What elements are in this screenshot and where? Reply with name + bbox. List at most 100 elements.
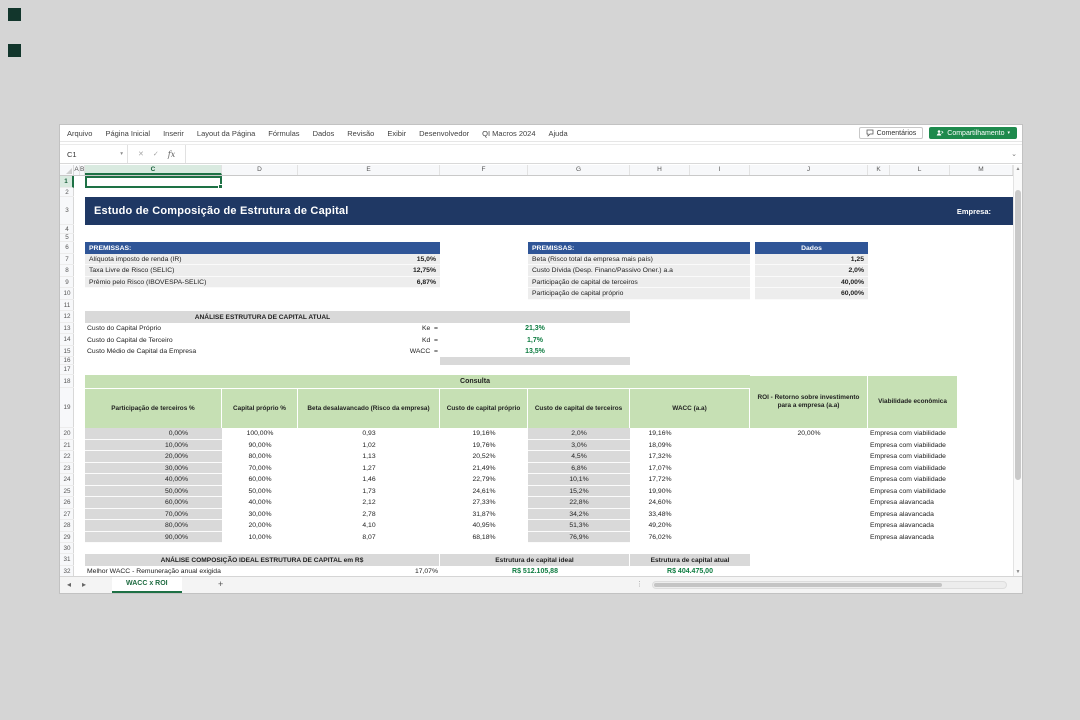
row-header-25[interactable]: 25 bbox=[60, 486, 74, 497]
row-header-12[interactable]: 12 bbox=[60, 311, 74, 323]
consulta-cell[interactable]: 15,2% bbox=[528, 486, 630, 498]
row-header-10[interactable]: 10 bbox=[60, 288, 74, 300]
consulta-cell[interactable]: 6,8% bbox=[528, 463, 630, 475]
row-header-11[interactable]: 11 bbox=[60, 300, 74, 311]
column-header-K[interactable]: K bbox=[868, 165, 890, 175]
consulta-cell[interactable]: Empresa com viabilidade bbox=[868, 474, 958, 486]
consulta-cell[interactable]: 0,93 bbox=[298, 428, 440, 440]
consulta-cell[interactable] bbox=[750, 451, 868, 463]
consulta-cell[interactable]: 18,09% bbox=[630, 440, 690, 452]
premissa-label[interactable]: Participação de capital de terceiros bbox=[528, 277, 750, 288]
formula-input[interactable] bbox=[186, 145, 1006, 163]
row-header-15[interactable]: 15 bbox=[60, 346, 74, 357]
estrutura-atual-header[interactable]: Estrutura de capital atual bbox=[630, 554, 750, 566]
premissa-label[interactable]: Custo Dívida (Desp. Financ/Passivo Oner.… bbox=[528, 265, 750, 277]
row-header-31[interactable]: 31 bbox=[60, 554, 74, 566]
row-header-21[interactable]: 21 bbox=[60, 440, 74, 451]
consulta-cell[interactable]: 40,95% bbox=[440, 520, 528, 532]
consulta-header[interactable]: Participação de terceiros % bbox=[85, 388, 222, 428]
consulta-cell[interactable]: 1,02 bbox=[298, 440, 440, 452]
consulta-cell[interactable]: 1,73 bbox=[298, 486, 440, 498]
consulta-cell[interactable]: 24,60% bbox=[630, 497, 690, 509]
consulta-cell[interactable]: 27,33% bbox=[440, 497, 528, 509]
row-header-24[interactable]: 24 bbox=[60, 474, 74, 486]
consulta-cell[interactable] bbox=[750, 486, 868, 498]
sheet-title-cell[interactable]: Estudo de Composição de Estrutura de Cap… bbox=[85, 197, 1013, 225]
consulta-cell[interactable]: 1,27 bbox=[298, 463, 440, 475]
menu-tab-arquivo[interactable]: Arquivo bbox=[67, 129, 92, 138]
row-header-23[interactable]: 23 bbox=[60, 463, 74, 474]
row-header-26[interactable]: 26 bbox=[60, 497, 74, 509]
consulta-cell[interactable]: 30,00% bbox=[85, 463, 222, 475]
row-header-32[interactable]: 32 bbox=[60, 566, 74, 576]
sheet-grid[interactable]: 1234567891011121314151617181920212223242… bbox=[60, 176, 1013, 576]
formulabar-expand-icon[interactable]: ⌄ bbox=[1006, 145, 1022, 163]
consulta-cell[interactable]: 20,00% bbox=[222, 520, 298, 532]
consulta-cell[interactable]: 2,0% bbox=[528, 428, 630, 440]
consulta-cell[interactable]: 10,00% bbox=[85, 440, 222, 452]
row-header-13[interactable]: 13 bbox=[60, 323, 74, 334]
add-sheet-button[interactable]: + bbox=[218, 577, 223, 593]
consulta-cell[interactable]: 76,9% bbox=[528, 532, 630, 544]
scroll-down-icon[interactable]: ▼ bbox=[1014, 569, 1022, 575]
melhor-wacc-label[interactable]: Melhor WACC - Remuneração anual exigida bbox=[87, 566, 297, 576]
premissa-label[interactable]: Beta (Risco total da empresa mais país) bbox=[528, 254, 750, 265]
consulta-cell[interactable]: 31,87% bbox=[440, 509, 528, 521]
row-header-14[interactable]: 14 bbox=[60, 334, 74, 346]
sheet-tab-wacc-x-roi[interactable]: WACC x ROI bbox=[112, 577, 182, 593]
consulta-header[interactable]: ROI - Retorno sobre investimento para a … bbox=[750, 375, 868, 428]
premissa-value[interactable]: 1,25 bbox=[755, 254, 868, 265]
consulta-cell[interactable] bbox=[750, 474, 868, 486]
namebox-dropdown-icon[interactable]: ▾ bbox=[120, 151, 123, 157]
consulta-cell[interactable]: 8,07 bbox=[298, 532, 440, 544]
consulta-cell[interactable]: 90,00% bbox=[222, 440, 298, 452]
consulta-cell[interactable] bbox=[750, 440, 868, 452]
row-header-3[interactable]: 3 bbox=[60, 197, 74, 225]
consulta-cell[interactable]: 40,00% bbox=[85, 474, 222, 486]
consulta-cell[interactable]: 19,16% bbox=[630, 428, 690, 440]
consulta-cell[interactable]: 19,76% bbox=[440, 440, 528, 452]
row-header-22[interactable]: 22 bbox=[60, 451, 74, 463]
consulta-cell[interactable]: 2,78 bbox=[298, 509, 440, 521]
premissa-value[interactable]: 40,00% bbox=[755, 277, 868, 288]
insert-function-icon[interactable]: fx bbox=[168, 150, 175, 159]
row-header-29[interactable]: 29 bbox=[60, 532, 74, 543]
scroll-up-icon[interactable]: ▲ bbox=[1014, 166, 1022, 172]
consulta-cell[interactable]: 80,00% bbox=[85, 520, 222, 532]
consulta-cell[interactable]: 76,02% bbox=[630, 532, 690, 544]
premissa-row[interactable]: Taxa Livre de Risco (SELIC)12,75% bbox=[85, 265, 440, 277]
consulta-cell[interactable]: Empresa com viabilidade bbox=[868, 451, 958, 463]
consulta-header[interactable]: WACC (a.a) bbox=[630, 388, 750, 428]
column-header-E[interactable]: E bbox=[298, 165, 440, 175]
column-header-J[interactable]: J bbox=[750, 165, 868, 175]
row-header-2[interactable]: 2 bbox=[60, 188, 74, 197]
row-header-18[interactable]: 18 bbox=[60, 375, 74, 388]
menu-tab-qi-macros-2024[interactable]: QI Macros 2024 bbox=[482, 129, 535, 138]
column-header-H[interactable]: H bbox=[630, 165, 690, 175]
analise-symbol[interactable]: Ke = bbox=[298, 323, 440, 334]
consulta-cell[interactable] bbox=[750, 497, 868, 509]
consulta-cell[interactable]: Empresa alavancada bbox=[868, 532, 958, 544]
consulta-cell[interactable]: 20,00% bbox=[85, 451, 222, 463]
consulta-cell[interactable]: 70,00% bbox=[85, 509, 222, 521]
premissas-left-header[interactable]: PREMISSAS: bbox=[85, 242, 440, 254]
analise-value[interactable]: 13,5% bbox=[440, 346, 630, 357]
consulta-cell[interactable]: 21,49% bbox=[440, 463, 528, 475]
dados-header[interactable]: Dados bbox=[755, 242, 868, 254]
estrutura-atual-value[interactable]: R$ 404.475,00 bbox=[630, 566, 750, 576]
consulta-cell[interactable]: Empresa com viabilidade bbox=[868, 440, 958, 452]
menu-tab-inserir[interactable]: Inserir bbox=[163, 129, 184, 138]
consulta-cell[interactable] bbox=[750, 463, 868, 475]
premissa-row[interactable]: Prêmio pelo Risco (IBOVESPA-SELIC)6,87% bbox=[85, 277, 440, 288]
share-button[interactable]: Compartilhamento ▾ bbox=[929, 127, 1017, 139]
row-header-4[interactable]: 4 bbox=[60, 225, 74, 234]
consulta-cell[interactable]: 4,5% bbox=[528, 451, 630, 463]
consulta-header[interactable]: Custo de capital próprio bbox=[440, 388, 528, 428]
consulta-cell[interactable]: 68,18% bbox=[440, 532, 528, 544]
column-header-G[interactable]: G bbox=[528, 165, 630, 175]
column-header-M[interactable]: M bbox=[950, 165, 1013, 175]
select-all-corner[interactable] bbox=[60, 165, 74, 175]
consulta-cell[interactable]: 60,00% bbox=[222, 474, 298, 486]
consulta-cell[interactable]: 17,72% bbox=[630, 474, 690, 486]
consulta-cell[interactable] bbox=[750, 520, 868, 532]
